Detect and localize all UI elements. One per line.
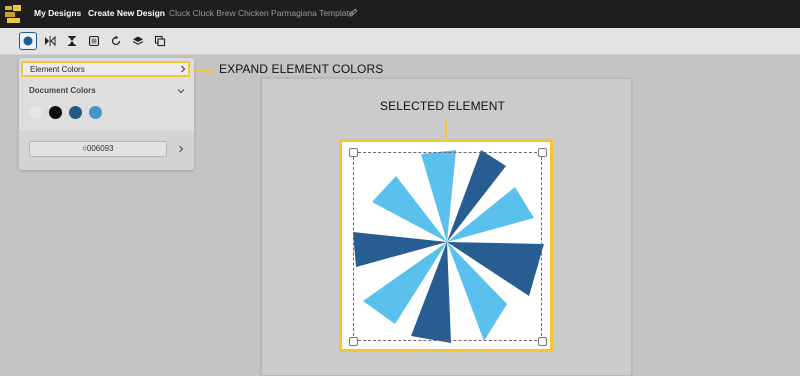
layers-button[interactable] [129, 32, 147, 50]
resize-handle-top-left[interactable] [349, 148, 358, 157]
nav-create-new-design[interactable]: Create New Design [88, 8, 165, 18]
hex-input-area: #006093 [19, 131, 194, 170]
element-colors-row[interactable]: Element Colors [21, 61, 190, 77]
selection-bounding-box [353, 152, 542, 341]
chevron-down-icon[interactable] [177, 88, 185, 94]
annotation-connector [445, 119, 447, 139]
resize-handle-bottom-left[interactable] [349, 337, 358, 346]
duplicate-button[interactable] [151, 32, 169, 50]
swatch-light-blue[interactable] [89, 106, 102, 119]
hex-value: 006093 [86, 144, 114, 153]
color-panel: Element Colors Document Colors #006093 [19, 58, 194, 170]
rotate-button[interactable] [107, 32, 125, 50]
rotate-icon [111, 35, 121, 46]
transparency-button[interactable] [85, 32, 103, 50]
resize-handle-top-right[interactable] [538, 148, 547, 157]
duplicate-icon [154, 35, 166, 47]
element-toolbar [0, 28, 800, 55]
color-dot-icon [23, 36, 33, 46]
top-nav-bar: My Designs Create New Design Cluck Cluck… [0, 0, 800, 28]
document-colors-label: Document Colors [29, 86, 96, 95]
annotation-expand-element-colors: EXPAND ELEMENT COLORS [219, 62, 384, 76]
chevron-right-icon[interactable] [178, 145, 184, 153]
resize-handle-bottom-right[interactable] [538, 337, 547, 346]
chevron-right-icon [181, 65, 186, 73]
pencil-icon[interactable] [349, 8, 358, 17]
annotation-selected-element: SELECTED ELEMENT [380, 99, 505, 113]
hex-color-input[interactable]: #006093 [29, 141, 167, 157]
swatch-light-gray[interactable] [29, 106, 42, 119]
transparency-icon [88, 35, 100, 47]
annotation-connector [193, 69, 213, 71]
flip-button[interactable] [41, 32, 59, 50]
swatch-dark-blue[interactable] [69, 106, 82, 119]
hourglass-icon [68, 36, 76, 46]
swatch-black[interactable] [49, 106, 62, 119]
element-color-button[interactable] [19, 32, 37, 50]
selected-element-frame[interactable] [339, 139, 553, 352]
app-logo-icon[interactable] [3, 3, 23, 25]
document-title[interactable]: Cluck Cluck Brew Chicken Parmagiana Temp… [169, 8, 354, 18]
timer-button[interactable] [63, 32, 81, 50]
flip-icon [45, 35, 56, 47]
nav-my-designs[interactable]: My Designs [34, 8, 81, 18]
element-colors-label: Element Colors [30, 65, 85, 74]
layers-icon [132, 36, 144, 45]
